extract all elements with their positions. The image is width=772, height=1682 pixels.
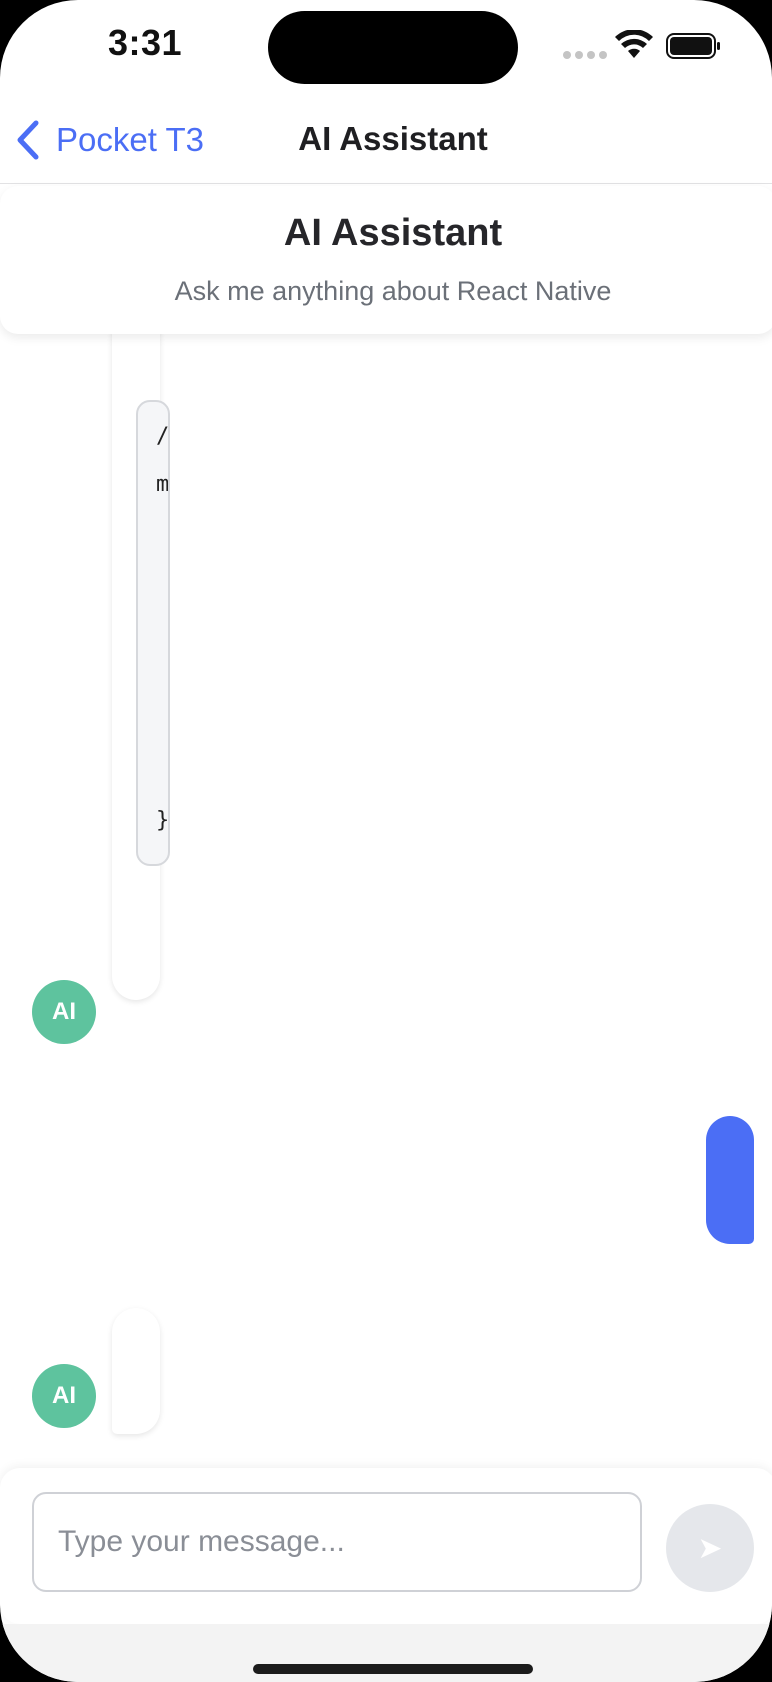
message-input[interactable] [32,1492,642,1592]
message-composer: ➤ [0,1468,772,1624]
code-line: / [156,424,170,449]
header-subtitle: Ask me anything about React Native [174,276,612,306]
navigation-bar: Pocket T3 AI Assistant [0,100,772,184]
user-message-bubble [706,1116,754,1244]
battery-icon [666,33,720,59]
wifi-icon [615,30,653,58]
code-block: / m } [136,400,170,866]
message-list[interactable]: / m } AI AI [0,334,772,1468]
code-line: } [156,808,170,833]
status-time: 3:31 [108,22,183,63]
dynamic-island [268,11,518,84]
code-line: m [156,472,170,497]
phone-frame: 3:31 Pocket T3 AI Assistant AI Assistant… [0,0,772,1682]
cellular-signal-icon [563,51,607,59]
app-screen: 3:31 Pocket T3 AI Assistant AI Assistant… [0,0,772,1682]
header-title: AI Assistant [283,212,503,254]
ai-avatar: AI [32,1364,96,1428]
chat-header-card: AI Assistant Ask me anything about React… [0,186,772,334]
home-indicator [253,1664,533,1674]
nav-title: AI Assistant [298,120,488,157]
ai-message-bubble [112,1308,160,1434]
send-icon: ➤ [697,1531,723,1565]
send-button[interactable]: ➤ [666,1504,754,1592]
ai-avatar: AI [32,980,96,1044]
